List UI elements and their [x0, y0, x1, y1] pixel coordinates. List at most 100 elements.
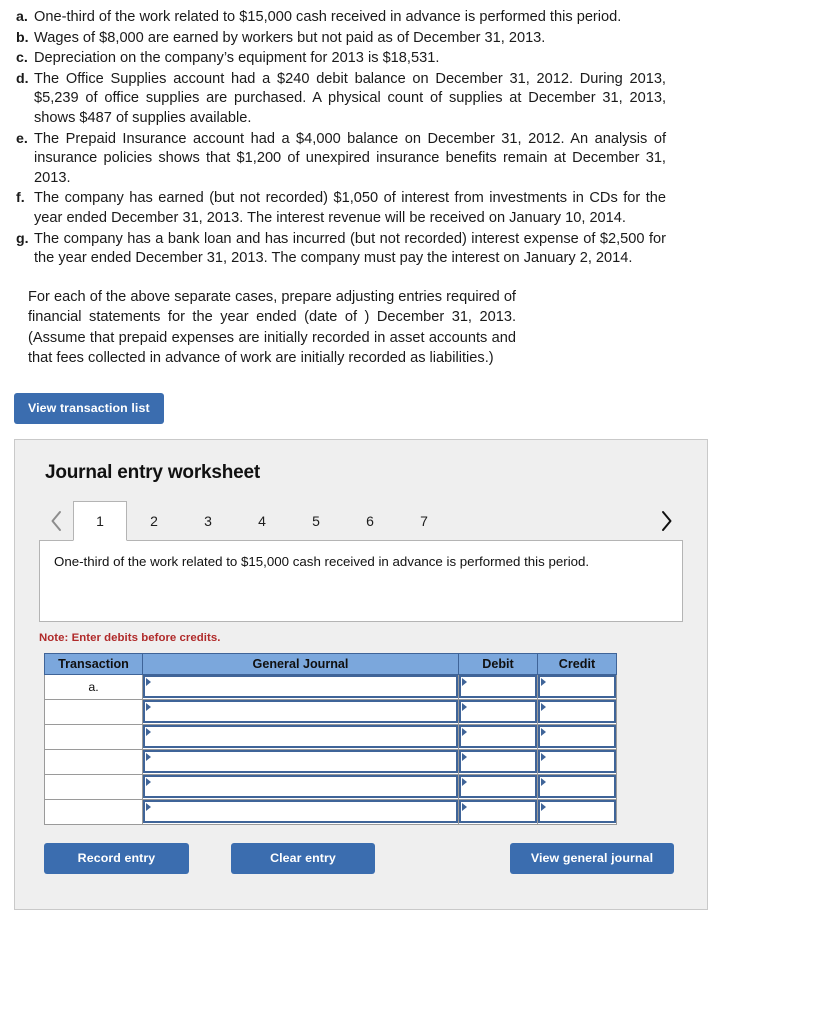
account-select[interactable] — [143, 725, 458, 749]
journal-entry-table: Transaction General Journal Debit Credit… — [44, 652, 617, 825]
problem-statement: a. One-third of the work related to $15,… — [0, 0, 816, 369]
debit-cell[interactable] — [458, 673, 538, 700]
dropdown-caret-icon — [146, 803, 151, 812]
debit-cell[interactable] — [458, 723, 538, 750]
credit-value — [540, 727, 614, 730]
journal-entry-worksheet-panel: Journal entry worksheet 1 2 3 4 5 6 7 On… — [14, 438, 708, 910]
page-root: a. One-third of the work related to $15,… — [0, 0, 816, 1024]
transaction-label-cell: a. — [44, 673, 143, 700]
dropdown-caret-icon — [541, 678, 546, 687]
account-value — [145, 677, 456, 680]
account-select[interactable] — [143, 800, 458, 824]
instructions-paragraph: For each of the above separate cases, pr… — [28, 288, 516, 367]
credit-input[interactable] — [538, 700, 616, 724]
debit-input[interactable] — [459, 750, 537, 774]
worksheet-tabs: 1 2 3 4 5 6 7 — [73, 500, 451, 541]
debit-input[interactable] — [459, 800, 537, 824]
case-letter: d. — [16, 70, 29, 87]
case-letter: b. — [16, 29, 29, 46]
tab-label: 3 — [204, 513, 212, 530]
debit-cell[interactable] — [458, 698, 538, 725]
debit-input[interactable] — [459, 725, 537, 749]
tab-2[interactable]: 2 — [127, 501, 181, 541]
transaction-label-cell — [44, 723, 143, 750]
view-transaction-list-button[interactable]: View transaction list — [14, 392, 164, 424]
account-value — [145, 752, 456, 755]
chevron-left-icon[interactable] — [39, 501, 73, 541]
general-journal-cell[interactable] — [142, 773, 459, 800]
worksheet-tabbar: 1 2 3 4 5 6 7 — [15, 500, 707, 541]
general-journal-cell[interactable] — [142, 798, 459, 825]
case-list: a. One-third of the work related to $15,… — [14, 8, 666, 269]
clear-entry-button[interactable]: Clear entry — [231, 842, 375, 874]
credit-cell[interactable] — [537, 748, 617, 775]
transaction-description-text: One-third of the work related to $15,000… — [54, 553, 590, 569]
table-row — [44, 748, 617, 775]
account-select[interactable] — [143, 750, 458, 774]
header-credit: Credit — [537, 652, 617, 675]
credit-cell[interactable] — [537, 773, 617, 800]
credit-input[interactable] — [538, 800, 616, 824]
view-general-journal-button[interactable]: View general journal — [510, 842, 674, 874]
credit-cell[interactable] — [537, 723, 617, 750]
debit-input[interactable] — [459, 675, 537, 699]
credit-input[interactable] — [538, 750, 616, 774]
tab-7[interactable]: 7 — [397, 501, 451, 541]
tab-5[interactable]: 5 — [289, 501, 343, 541]
tab-6[interactable]: 6 — [343, 501, 397, 541]
debit-value — [461, 702, 535, 705]
dropdown-caret-icon — [146, 728, 151, 737]
debit-cell[interactable] — [458, 748, 538, 775]
case-item-d: d. The Office Supplies account had a $24… — [14, 70, 666, 129]
general-journal-cell[interactable] — [142, 673, 459, 700]
record-entry-button[interactable]: Record entry — [44, 842, 189, 874]
journal-table-wrapper: Transaction General Journal Debit Credit… — [44, 652, 617, 825]
dropdown-caret-icon — [541, 728, 546, 737]
debit-input[interactable] — [459, 775, 537, 799]
account-value — [145, 702, 456, 705]
tab-label: 2 — [150, 513, 158, 530]
account-value — [145, 802, 456, 805]
case-letter: g. — [16, 230, 29, 247]
general-journal-cell[interactable] — [142, 723, 459, 750]
journal-table-body: a. — [44, 673, 617, 825]
chevron-right-icon[interactable] — [649, 501, 683, 541]
table-row — [44, 698, 617, 725]
general-journal-cell[interactable] — [142, 698, 459, 725]
credit-cell[interactable] — [537, 698, 617, 725]
case-item-b: b. Wages of $8,000 are earned by workers… — [14, 29, 666, 49]
credit-value — [540, 752, 614, 755]
debit-value — [461, 752, 535, 755]
dropdown-caret-icon — [146, 703, 151, 712]
debit-cell[interactable] — [458, 773, 538, 800]
account-select[interactable] — [143, 700, 458, 724]
debit-cell[interactable] — [458, 798, 538, 825]
general-journal-cell[interactable] — [142, 748, 459, 775]
tab-3[interactable]: 3 — [181, 501, 235, 541]
tab-label: 1 — [96, 512, 104, 529]
case-item-a: a. One-third of the work related to $15,… — [14, 8, 666, 28]
dropdown-caret-icon — [462, 778, 467, 787]
header-transaction: Transaction — [44, 652, 143, 675]
case-text: The Prepaid Insurance account had a $4,0… — [34, 130, 666, 186]
header-general-journal: General Journal — [142, 652, 459, 675]
tab-1[interactable]: 1 — [73, 500, 127, 541]
case-text: One-third of the work related to $15,000… — [34, 9, 622, 25]
credit-cell[interactable] — [537, 798, 617, 825]
case-text: Wages of $8,000 are earned by workers bu… — [34, 29, 546, 46]
credit-cell[interactable] — [537, 673, 617, 700]
debit-value — [461, 802, 535, 805]
dropdown-caret-icon — [146, 753, 151, 762]
debit-input[interactable] — [459, 700, 537, 724]
dropdown-caret-icon — [462, 753, 467, 762]
credit-input[interactable] — [538, 725, 616, 749]
tab-4[interactable]: 4 — [235, 501, 289, 541]
credit-value — [540, 777, 614, 780]
account-select[interactable] — [143, 775, 458, 799]
credit-input[interactable] — [538, 775, 616, 799]
case-item-g: g. The company has a bank loan and has i… — [14, 230, 666, 269]
credit-input[interactable] — [538, 675, 616, 699]
account-select[interactable] — [143, 675, 458, 699]
table-row — [44, 723, 617, 750]
dropdown-caret-icon — [462, 703, 467, 712]
